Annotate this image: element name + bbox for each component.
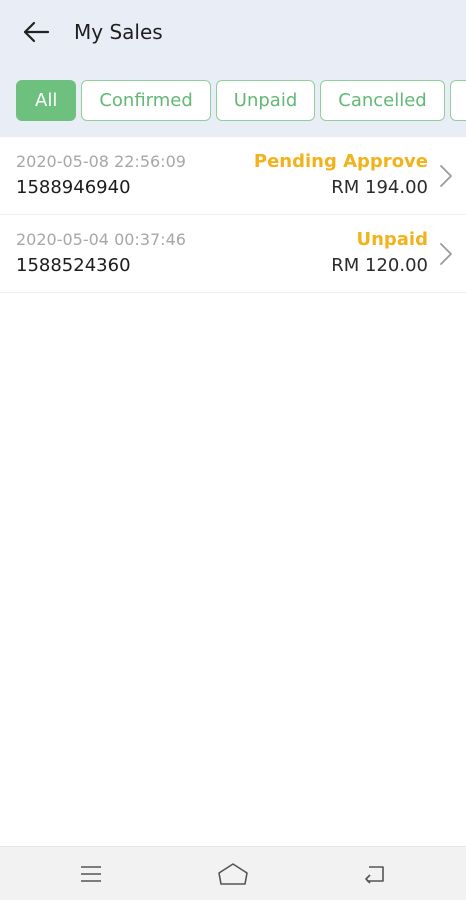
- app-header: My Sales All Confirmed Unpaid Cancelled: [0, 0, 466, 137]
- order-amount: RM 194.00: [331, 177, 428, 198]
- order-status: Pending Approve: [253, 151, 428, 172]
- filter-tabs: All Confirmed Unpaid Cancelled: [16, 80, 466, 122]
- order-datetime: 2020-05-04 00:37:46: [16, 230, 186, 249]
- back-icon: [365, 866, 384, 884]
- order-id: 1588946940: [16, 177, 131, 198]
- tab-cancelled[interactable]: Cancelled: [320, 80, 445, 121]
- order-status: Unpaid: [356, 229, 428, 250]
- tab-confirmed[interactable]: Confirmed: [81, 80, 211, 121]
- tab-more[interactable]: [449, 80, 466, 121]
- arrow-left-icon: [23, 21, 50, 43]
- system-menu-button[interactable]: [73, 860, 109, 888]
- order-datetime: 2020-05-08 22:56:09: [16, 152, 186, 171]
- chevron-right-icon: [440, 165, 452, 187]
- sales-row[interactable]: 2020-05-08 22:56:09 1588946940 Pending A…: [0, 137, 466, 215]
- order-amount: RM 120.00: [331, 255, 428, 276]
- order-id: 1588524360: [16, 255, 131, 276]
- menu-icon: [81, 866, 101, 882]
- chevron-right-icon: [440, 243, 452, 265]
- sales-row[interactable]: 2020-05-04 00:37:46 1588524360 Unpaid RM…: [0, 215, 466, 293]
- back-button[interactable]: [14, 14, 58, 50]
- tab-unpaid[interactable]: Unpaid: [215, 80, 316, 121]
- sales-list: 2020-05-08 22:56:09 1588946940 Pending A…: [0, 137, 466, 293]
- system-navigation-bar: [0, 846, 466, 900]
- tab-all[interactable]: All: [16, 80, 77, 121]
- page-title: My Sales: [74, 20, 163, 44]
- system-home-button[interactable]: [215, 860, 251, 888]
- home-icon: [218, 863, 248, 885]
- system-back-button[interactable]: [357, 860, 393, 888]
